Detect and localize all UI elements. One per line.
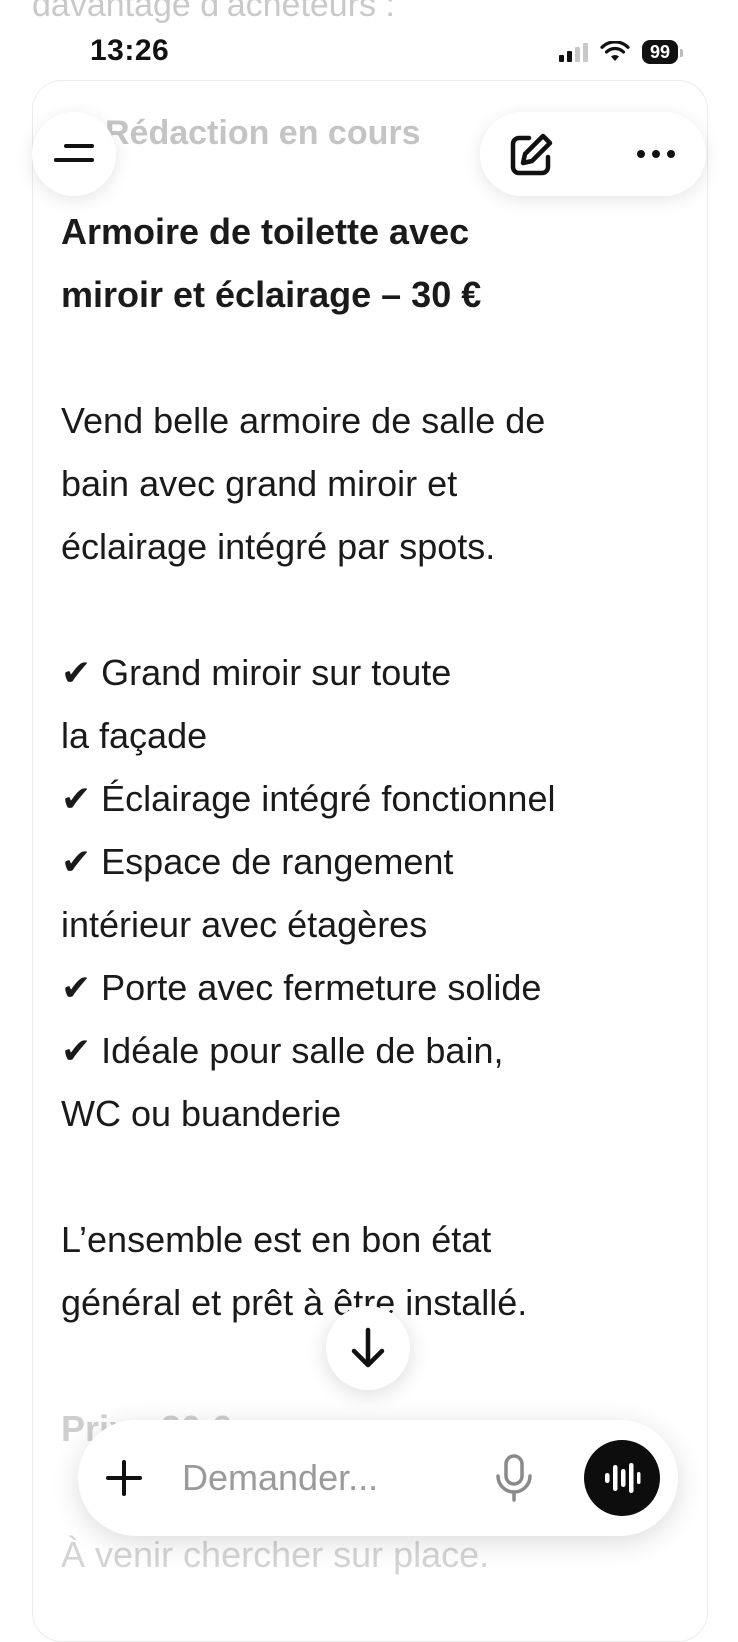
edit-button[interactable] — [506, 130, 556, 180]
listing-title-line: miroir et éclairage – 30 € — [61, 274, 482, 315]
edit-icon — [510, 133, 553, 176]
feature-item: ✔ Idéale pour salle de bain, — [61, 1030, 504, 1071]
feature-item-cont: la façade — [61, 715, 208, 756]
battery-indicator: 99 — [641, 40, 684, 64]
checkmark-icon: ✔ — [61, 652, 92, 693]
scroll-down-button[interactable] — [326, 1306, 410, 1390]
checkmark-icon: ✔ — [61, 1030, 92, 1071]
status-time: 13:26 — [90, 34, 170, 67]
checkmark-icon: ✔ — [61, 967, 92, 1008]
wifi-icon — [600, 41, 630, 61]
intro-line: bain avec grand miroir et — [61, 463, 458, 504]
feature-item: ✔ Éclairage intégré fonctionnel — [61, 778, 556, 819]
canvas-title: Rédaction en cours — [105, 114, 421, 152]
message-input[interactable] — [182, 1450, 422, 1506]
checkmark-icon: ✔ — [61, 841, 92, 882]
plus-icon — [106, 1460, 142, 1496]
dictation-button[interactable] — [492, 1452, 536, 1506]
feature-item-cont: WC ou buanderie — [61, 1093, 342, 1134]
listing-title-line: Armoire de toilette avec — [61, 211, 470, 252]
arrow-down-icon — [351, 1327, 385, 1368]
status-icons: 99 — [558, 40, 684, 64]
composer-bar — [78, 1420, 678, 1536]
intro-line: Vend belle armoire de salle de — [61, 400, 546, 441]
feature-item-cont: intérieur avec étagères — [61, 904, 428, 945]
cellular-signal-icon — [558, 42, 588, 62]
feature-item: ✔ Espace de rangement — [61, 841, 454, 882]
voice-mode-button[interactable] — [584, 1440, 660, 1516]
more-button[interactable] — [626, 132, 686, 176]
microphone-icon — [496, 1454, 532, 1502]
add-attachment-button[interactable] — [100, 1454, 148, 1502]
voice-mode-icon — [605, 1463, 641, 1493]
intro-line: éclairage intégré par spots. — [61, 526, 496, 567]
summary-line: L’ensemble est en bon état — [61, 1219, 492, 1260]
feature-item: ✔ Grand miroir sur toute — [61, 652, 452, 693]
feature-item: ✔ Porte avec fermeture solide — [61, 967, 542, 1008]
header-actions — [480, 112, 706, 196]
checkmark-icon: ✔ — [61, 778, 92, 819]
menu-icon — [54, 140, 94, 168]
menu-button[interactable] — [32, 112, 116, 196]
more-icon — [637, 150, 645, 158]
